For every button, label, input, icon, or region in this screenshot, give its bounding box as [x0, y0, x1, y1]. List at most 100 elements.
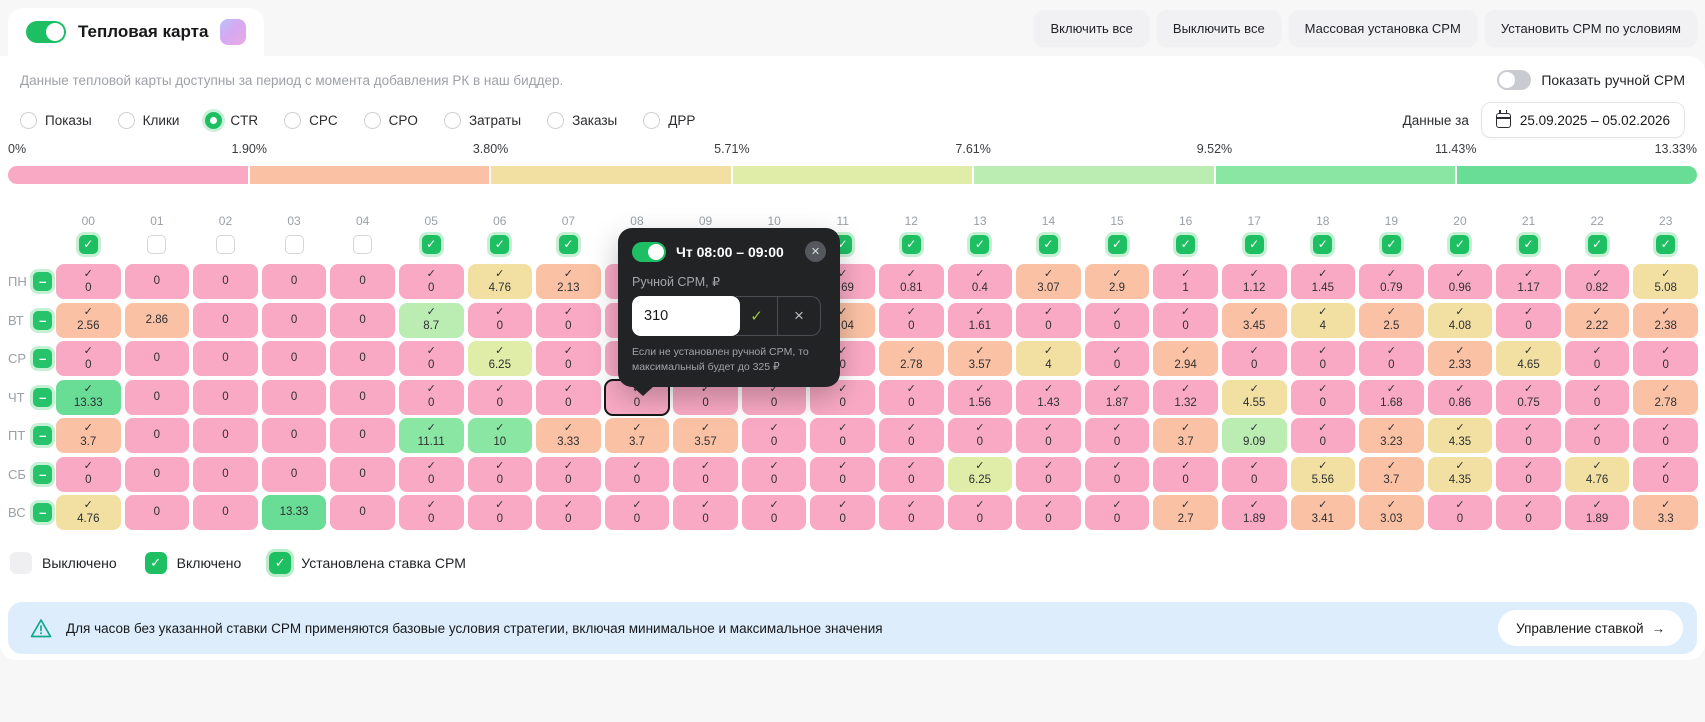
heatmap-cell-ПТ-15[interactable]: ✓0 [1085, 418, 1150, 453]
heatmap-cell-СБ-22[interactable]: ✓4.76 [1565, 457, 1630, 492]
toolbar-button-2[interactable]: Массовая установка CPM [1289, 10, 1477, 46]
day-checkbox-ВС[interactable]: – [33, 503, 52, 522]
heatmap-cell-ВТ-00[interactable]: ✓2.56 [56, 303, 121, 338]
heatmap-cell-СР-13[interactable]: ✓3.57 [948, 341, 1013, 376]
close-icon[interactable]: ✕ [805, 241, 826, 262]
heatmap-cell-ПТ-22[interactable]: ✓0 [1565, 418, 1630, 453]
heatmap-cell-СБ-19[interactable]: ✓3.7 [1359, 457, 1424, 492]
hour-checkbox-19[interactable]: ✓ [1382, 235, 1401, 254]
heatmap-toggle[interactable] [26, 21, 66, 43]
heatmap-cell-ВС-10[interactable]: ✓0 [742, 495, 807, 530]
heatmap-cell-ЧТ-16[interactable]: ✓1.32 [1153, 380, 1218, 415]
heatmap-cell-ПТ-05[interactable]: ✓11.11 [399, 418, 464, 453]
heatmap-cell-ВС-22[interactable]: ✓1.89 [1565, 495, 1630, 530]
heatmap-cell-СБ-03[interactable]: 0 [262, 457, 327, 492]
heatmap-cell-ПН-23[interactable]: ✓5.08 [1633, 264, 1698, 299]
heatmap-cell-СБ-23[interactable]: ✓0 [1633, 457, 1698, 492]
hour-checkbox-15[interactable]: ✓ [1108, 235, 1127, 254]
heatmap-cell-ВС-23[interactable]: ✓3.3 [1633, 495, 1698, 530]
heatmap-cell-СР-12[interactable]: ✓2.78 [879, 341, 944, 376]
manual-cpm-toggle[interactable] [1497, 70, 1531, 90]
heatmap-cell-СБ-16[interactable]: ✓0 [1153, 457, 1218, 492]
hour-checkbox-17[interactable]: ✓ [1245, 235, 1264, 254]
heatmap-cell-ВТ-07[interactable]: ✓0 [536, 303, 601, 338]
heatmap-cell-ЧТ-02[interactable]: 0 [193, 380, 258, 415]
heatmap-cell-ВС-02[interactable]: 0 [193, 495, 258, 530]
toolbar-button-3[interactable]: Установить CPM по условиям [1485, 10, 1697, 46]
heatmap-cell-ЧТ-06[interactable]: ✓0 [468, 380, 533, 415]
manage-bid-button[interactable]: Управление ставкой → [1498, 610, 1683, 646]
date-range-picker[interactable]: 25.09.2025 – 05.02.2026 [1481, 102, 1685, 138]
toolbar-button-0[interactable]: Включить все [1034, 10, 1148, 46]
heatmap-cell-ПТ-17[interactable]: ✓9.09 [1222, 418, 1287, 453]
heatmap-cell-ВС-08[interactable]: ✓0 [605, 495, 670, 530]
heatmap-cell-ПН-17[interactable]: ✓1.12 [1222, 264, 1287, 299]
heatmap-cell-ВС-09[interactable]: ✓0 [673, 495, 738, 530]
confirm-check-icon[interactable]: ✓ [736, 297, 778, 335]
metric-radio-заказы[interactable]: Заказы [547, 112, 617, 129]
heatmap-cell-СР-05[interactable]: ✓0 [399, 341, 464, 376]
heatmap-cell-СБ-12[interactable]: ✓0 [879, 457, 944, 492]
heatmap-cell-ПТ-14[interactable]: ✓0 [1016, 418, 1081, 453]
heatmap-cell-СР-21[interactable]: ✓4.65 [1496, 341, 1561, 376]
heatmap-cell-ПТ-21[interactable]: ✓0 [1496, 418, 1561, 453]
heatmap-cell-ПН-03[interactable]: 0 [262, 264, 327, 299]
heatmap-cell-ПТ-03[interactable]: 0 [262, 418, 327, 453]
heatmap-cell-ПН-06[interactable]: ✓4.76 [468, 264, 533, 299]
heatmap-cell-ПН-04[interactable]: 0 [330, 264, 395, 299]
heatmap-cell-СБ-17[interactable]: ✓0 [1222, 457, 1287, 492]
heatmap-cell-ВС-12[interactable]: ✓0 [879, 495, 944, 530]
heatmap-cell-СР-18[interactable]: ✓0 [1291, 341, 1356, 376]
cancel-x-icon[interactable]: × [778, 297, 820, 335]
heatmap-cell-ЧТ-21[interactable]: ✓0.75 [1496, 380, 1561, 415]
heatmap-cell-ПН-22[interactable]: ✓0.82 [1565, 264, 1630, 299]
heatmap-cell-ПТ-09[interactable]: ✓3.57 [673, 418, 738, 453]
heatmap-cell-СР-19[interactable]: ✓0 [1359, 341, 1424, 376]
heatmap-cell-СБ-10[interactable]: ✓0 [742, 457, 807, 492]
heatmap-cell-ВТ-12[interactable]: ✓0 [879, 303, 944, 338]
heatmap-cell-ПТ-18[interactable]: ✓0 [1291, 418, 1356, 453]
heatmap-cell-ВТ-17[interactable]: ✓3.45 [1222, 303, 1287, 338]
heatmap-cell-ВТ-03[interactable]: 0 [262, 303, 327, 338]
heatmap-cell-СБ-15[interactable]: ✓0 [1085, 457, 1150, 492]
heatmap-cell-ПТ-13[interactable]: ✓0 [948, 418, 1013, 453]
heatmap-cell-ПТ-11[interactable]: ✓0 [810, 418, 875, 453]
heatmap-cell-ЧТ-17[interactable]: ✓4.55 [1222, 380, 1287, 415]
heatmap-cell-ПТ-06[interactable]: ✓10 [468, 418, 533, 453]
day-checkbox-ПТ[interactable]: – [33, 426, 52, 445]
heatmap-cell-ПН-14[interactable]: ✓3.07 [1016, 264, 1081, 299]
heatmap-cell-ПН-21[interactable]: ✓1.17 [1496, 264, 1561, 299]
heatmap-cell-ЧТ-01[interactable]: 0 [125, 380, 190, 415]
heatmap-cell-ЧТ-14[interactable]: ✓1.43 [1016, 380, 1081, 415]
heatmap-cell-ВТ-22[interactable]: ✓2.22 [1565, 303, 1630, 338]
heatmap-cell-ВТ-13[interactable]: ✓1.61 [948, 303, 1013, 338]
hour-checkbox-03[interactable] [285, 235, 304, 254]
heatmap-cell-ПН-18[interactable]: ✓1.45 [1291, 264, 1356, 299]
metric-radio-ctr[interactable]: CTR [205, 112, 258, 129]
heatmap-cell-ЧТ-20[interactable]: ✓0.86 [1428, 380, 1493, 415]
heatmap-cell-ЧТ-18[interactable]: ✓0 [1291, 380, 1356, 415]
heatmap-cell-ПН-15[interactable]: ✓2.9 [1085, 264, 1150, 299]
heatmap-cell-ПН-16[interactable]: ✓1 [1153, 264, 1218, 299]
heatmap-cell-СБ-21[interactable]: ✓0 [1496, 457, 1561, 492]
heatmap-cell-СБ-11[interactable]: ✓0 [810, 457, 875, 492]
metric-radio-затраты[interactable]: Затраты [444, 112, 521, 129]
heatmap-cell-ВТ-18[interactable]: ✓4 [1291, 303, 1356, 338]
heatmap-cell-ВТ-19[interactable]: ✓2.5 [1359, 303, 1424, 338]
heatmap-cell-ВТ-21[interactable]: ✓0 [1496, 303, 1561, 338]
heatmap-cell-ВТ-05[interactable]: ✓8.7 [399, 303, 464, 338]
heatmap-cell-ПТ-00[interactable]: ✓3.7 [56, 418, 121, 453]
metric-radio-показы[interactable]: Показы [20, 112, 92, 129]
hour-checkbox-13[interactable]: ✓ [970, 235, 989, 254]
heatmap-cell-ПН-12[interactable]: ✓0.81 [879, 264, 944, 299]
heatmap-cell-СБ-18[interactable]: ✓5.56 [1291, 457, 1356, 492]
heatmap-cell-ЧТ-03[interactable]: 0 [262, 380, 327, 415]
popup-hour-toggle[interactable] [632, 242, 666, 262]
heatmap-cell-ВС-16[interactable]: ✓2.7 [1153, 495, 1218, 530]
heatmap-cell-ПН-05[interactable]: ✓0 [399, 264, 464, 299]
heatmap-cell-ПН-01[interactable]: 0 [125, 264, 190, 299]
heatmap-cell-ЧТ-19[interactable]: ✓1.68 [1359, 380, 1424, 415]
heatmap-cell-СБ-20[interactable]: ✓4.35 [1428, 457, 1493, 492]
hour-checkbox-14[interactable]: ✓ [1039, 235, 1058, 254]
heatmap-cell-СБ-14[interactable]: ✓0 [1016, 457, 1081, 492]
